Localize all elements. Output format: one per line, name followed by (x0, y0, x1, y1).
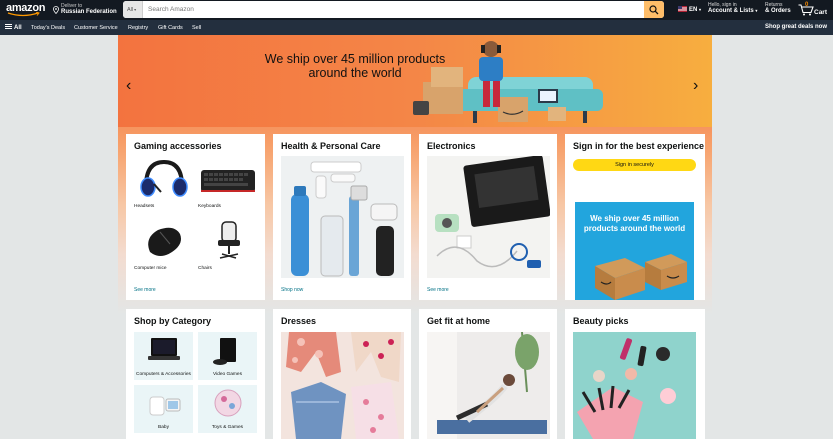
top-nav: amazon Deliver to Russian Federation All… (0, 0, 833, 20)
see-more-link[interactable]: See more (134, 287, 156, 293)
category-caption: Baby (158, 425, 169, 430)
category-caption: Toys & Games (211, 425, 244, 430)
item-caption: Computer mice (134, 266, 167, 271)
carousel-next-icon[interactable]: › (693, 77, 698, 95)
keyboard-image (201, 170, 255, 192)
account-menu[interactable]: Hello, sign in Account & Lists ▾ (708, 2, 757, 14)
caret-down-icon: ▾ (755, 8, 758, 13)
sub-nav: All Today's Deals Customer Service Regis… (0, 20, 833, 35)
card-title: Gaming accessories (134, 141, 222, 151)
nav-sell[interactable]: Sell (192, 25, 201, 31)
baby-monitor-image (149, 396, 181, 416)
dresses-image[interactable] (281, 332, 404, 439)
card-title: Shop by Category (134, 316, 212, 326)
category-caption: Computers & Accessories (136, 372, 191, 377)
nav-todays-deals[interactable]: Today's Deals (31, 25, 65, 31)
item-caption: Headsets (134, 204, 155, 209)
search-button[interactable] (644, 1, 664, 18)
quad-item-keyboards[interactable]: Keyboards (198, 156, 258, 212)
card-dresses: Dresses (273, 309, 411, 439)
hamburger-icon (5, 24, 12, 29)
ad-text: We ship over 45 million products around … (583, 214, 686, 233)
quad-item-headsets[interactable]: Headsets (134, 156, 194, 212)
beauty-products-image[interactable] (573, 332, 696, 439)
card-title: Dresses (281, 316, 317, 326)
all-menu-button[interactable]: All (5, 24, 22, 31)
account-label: Account & Lists (708, 8, 754, 14)
us-flag-icon (678, 6, 687, 12)
card-title: Health & Personal Care (281, 141, 381, 151)
nav-customer-service[interactable]: Customer Service (74, 25, 118, 31)
caret-down-icon: ▾ (134, 7, 137, 12)
logo-smile-icon (7, 12, 40, 17)
category-video-games[interactable]: Video Games (198, 332, 257, 380)
amazon-logo[interactable]: amazon (6, 2, 48, 18)
category-toys-games[interactable]: Toys & Games (198, 385, 257, 433)
language-label: EN (689, 7, 698, 13)
nav-registry[interactable]: Registry (128, 25, 148, 31)
mouse-image (148, 227, 181, 256)
card-get-fit-at-home: Get fit at home (419, 309, 557, 439)
electronics-image[interactable] (427, 156, 550, 278)
chair-image (218, 221, 240, 259)
caret-down-icon: ▾ (699, 7, 702, 12)
card-sign-in: Sign in for the best experience Sign in … (565, 134, 705, 300)
category-computers-accessories[interactable]: Computers & Accessories (134, 332, 193, 380)
card-title: Get fit at home (427, 316, 491, 326)
shipping-ad[interactable]: We ship over 45 million products around … (575, 202, 694, 300)
shop-now-link[interactable]: Shop now (281, 287, 303, 293)
cart-label: Cart (814, 9, 828, 16)
fitness-image[interactable] (427, 332, 550, 439)
card-title: Electronics (427, 141, 476, 151)
card-health-personal-care: Health & Personal Care Shop now (273, 134, 411, 300)
health-products-image[interactable] (281, 156, 404, 278)
toy-ball-image (214, 389, 242, 417)
search-input[interactable] (144, 1, 644, 18)
card-beauty-picks: Beauty picks (565, 309, 705, 439)
orders-label: & Orders (765, 8, 791, 14)
sign-in-button[interactable]: Sign in securely (573, 159, 696, 171)
item-caption: Keyboards (198, 204, 221, 209)
cart-button[interactable]: 0 Cart (798, 2, 828, 18)
nav-shop-deals[interactable]: Shop great deals now (765, 24, 827, 30)
card-gaming-accessories: Gaming accessories Headsets Keyboards Co… (126, 134, 265, 300)
category-baby[interactable]: Baby (134, 385, 193, 433)
search-category-label: All (127, 7, 134, 13)
deliver-location: Russian Federation (61, 9, 117, 15)
quad-item-computer-mice[interactable]: Computer mice (134, 218, 194, 274)
hero-illustration (413, 41, 603, 123)
card-title: Sign in for the best experience (573, 141, 705, 151)
returns-orders[interactable]: Returns & Orders (765, 2, 791, 14)
nav-gift-cards[interactable]: Gift Cards (158, 25, 183, 31)
console-image (213, 338, 236, 365)
headset-image (140, 159, 188, 197)
card-shop-by-category: Shop by Category Computers & Accessories… (126, 309, 265, 439)
card-electronics: Electronics See more (419, 134, 557, 300)
all-label: All (14, 25, 22, 31)
ad-boxes-image (595, 254, 687, 300)
search-bar: All▾ (123, 1, 664, 18)
carousel-prev-icon[interactable]: ‹ (126, 77, 131, 95)
location-pin-icon (53, 6, 59, 14)
quad-item-chairs[interactable]: Chairs (198, 218, 258, 274)
search-icon (649, 4, 659, 14)
search-category-select[interactable]: All▾ (123, 1, 143, 18)
language-selector[interactable]: EN ▾ (678, 6, 701, 13)
hero-banner[interactable]: We ship over 45 million products around … (118, 35, 712, 127)
category-caption: Video Games (213, 372, 242, 377)
item-caption: Chairs (198, 266, 212, 271)
laptop-image (148, 338, 180, 360)
card-title: Beauty picks (573, 316, 629, 326)
see-more-link[interactable]: See more (427, 287, 449, 293)
deliver-to[interactable]: Deliver to Russian Federation (53, 2, 119, 18)
cart-count: 0 (805, 2, 809, 8)
